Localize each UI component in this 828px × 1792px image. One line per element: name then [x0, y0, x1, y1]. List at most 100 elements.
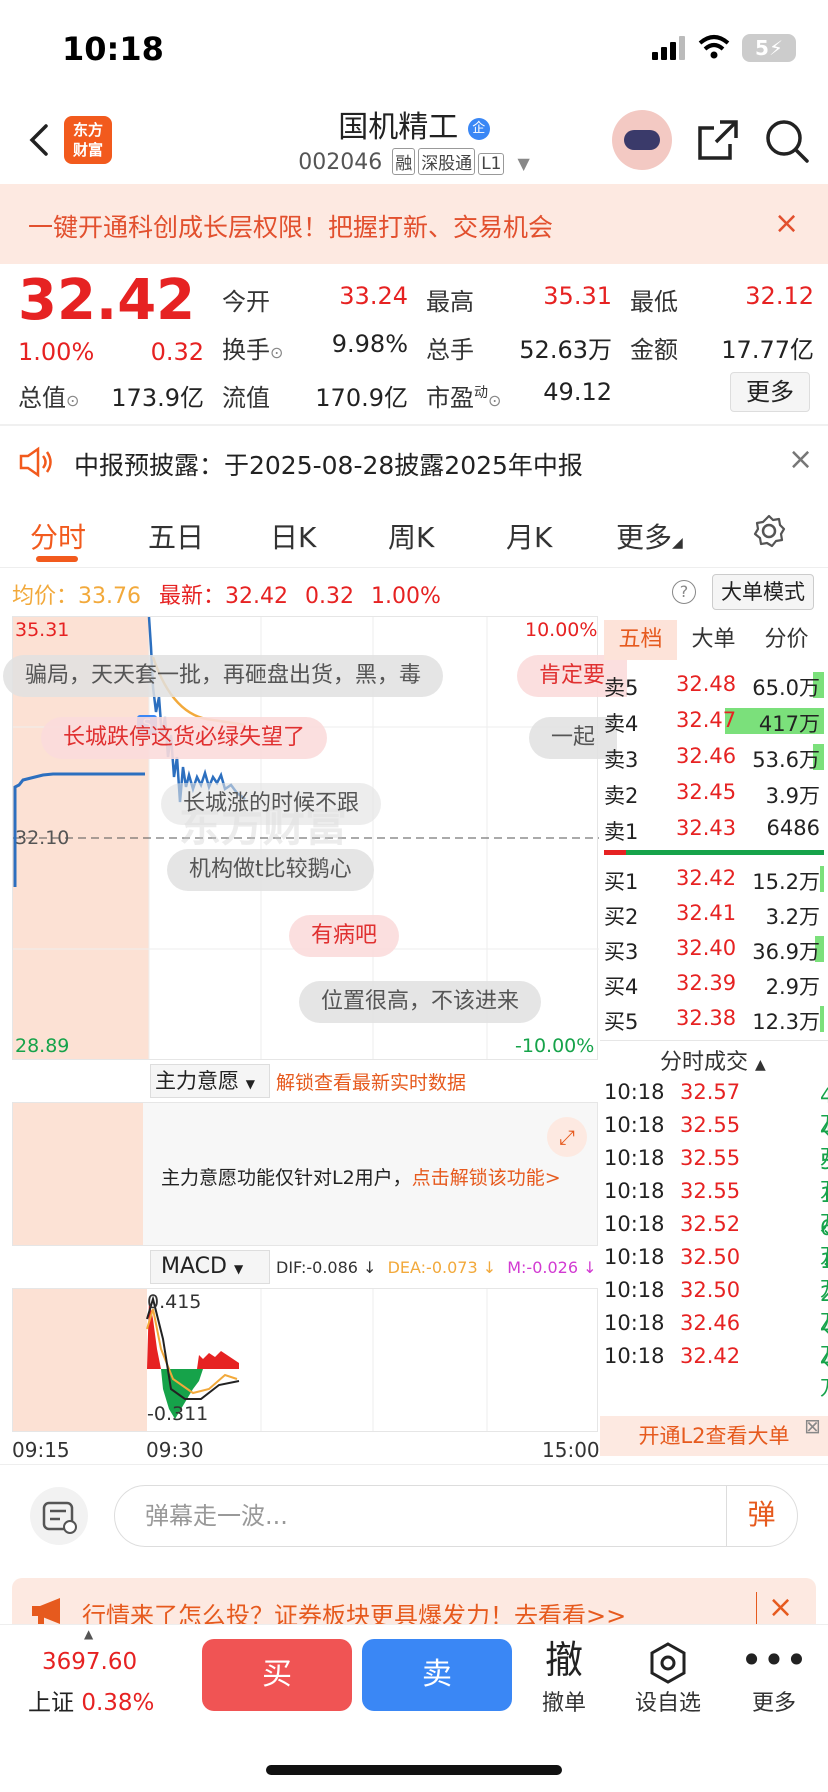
watchlist-icon: [628, 1635, 708, 1685]
macd-select[interactable]: MACD ▼: [150, 1250, 270, 1284]
close-icon[interactable]: ⊠: [804, 1414, 821, 1438]
bid-price: 32.42: [676, 866, 737, 890]
sell-button[interactable]: 卖: [362, 1639, 512, 1711]
danmaku-bubble: 有病吧: [289, 915, 400, 957]
close-icon[interactable]: ×: [774, 206, 799, 241]
tab-intraday[interactable]: 分时: [30, 516, 86, 556]
ask-row[interactable]: 卖1 32.43 6486: [604, 812, 824, 848]
danmaku-settings-icon[interactable]: [30, 1487, 88, 1545]
time-axis-open: 09:30: [146, 1438, 204, 1462]
dropdown-icon[interactable]: ▼: [517, 154, 529, 173]
intraday-chart[interactable]: S 35.31 32.10 28.89 10.00% -10.00% 东方财富 …: [3, 616, 628, 1060]
high-label: 最高: [426, 288, 474, 316]
more-menu-button[interactable]: ••• 更多: [734, 1635, 814, 1717]
pe-label[interactable]: 市盈动⊙: [426, 378, 501, 413]
info-icon[interactable]: ⊙: [488, 391, 501, 410]
robot-assistant-icon[interactable]: [612, 110, 672, 170]
tab-five-levels[interactable]: 五档: [604, 620, 677, 660]
ask-label: 卖1: [604, 820, 639, 844]
tick-row: 10:1832.42↓45.4万: [604, 1344, 828, 1400]
search-icon[interactable]: [764, 118, 810, 164]
ask-row[interactable]: 卖3 32.46 53.6万: [604, 740, 824, 776]
status-bar: 10:18 5⚡: [0, 0, 828, 96]
open-value: 33.24: [339, 282, 408, 310]
buy-button[interactable]: 买: [202, 1639, 352, 1711]
more-button[interactable]: 更多: [730, 372, 810, 412]
help-icon[interactable]: ?: [672, 580, 696, 604]
float-label: 流值: [222, 384, 270, 412]
macd-axis-bottom: -0.311: [147, 1403, 209, 1425]
amount-value: 17.77亿: [721, 336, 814, 364]
ask-row[interactable]: 卖4 32.47 417万: [604, 704, 824, 740]
dea-value: DEA:-0.073 ↓: [387, 1258, 497, 1277]
ask-row[interactable]: 卖2 32.45 3.9万: [604, 776, 824, 812]
ask-volume: 3.9万: [765, 784, 820, 808]
big-order-mode-button[interactable]: 大单模式: [712, 574, 814, 610]
latest-value: 32.42: [225, 584, 288, 609]
bid-volume-bar: [820, 866, 824, 892]
mktcap-label[interactable]: 总值⊙: [18, 378, 79, 413]
tab-weekly-k[interactable]: 周K: [388, 516, 434, 556]
ask-label: 卖5: [604, 676, 639, 700]
bid-label: 买3: [604, 940, 639, 964]
close-icon[interactable]: ×: [768, 1590, 793, 1625]
y-axis-high: 35.31: [15, 619, 70, 641]
info-icon[interactable]: ⊙: [270, 343, 283, 362]
promo-banner-text[interactable]: 一键开通科创成长层权限！把握打新、交易机会: [28, 208, 553, 244]
index-value[interactable]: 3697.60: [42, 1649, 137, 1675]
danmaku-bubble: 长城跌停这货必绿失望了: [41, 717, 328, 759]
turnover-label[interactable]: 换手⊙: [222, 330, 283, 365]
danmaku-input[interactable]: 弹幕走一波...: [114, 1485, 798, 1547]
tag-margin: 融: [392, 148, 416, 175]
tab-five-day[interactable]: 五日: [148, 516, 204, 556]
add-watchlist-button[interactable]: 设自选: [628, 1635, 708, 1717]
promo-banner[interactable]: 一键开通科创成长层权限！把握打新、交易机会 ×: [0, 184, 828, 264]
tick-time: 10:18: [604, 1311, 665, 1335]
tab-more[interactable]: 更多◢: [616, 516, 683, 556]
tab-underline: [36, 556, 78, 562]
ask-row[interactable]: 卖5 32.48 65.0万: [604, 668, 824, 704]
index-name-row[interactable]: 上证 0.38%: [28, 1683, 154, 1717]
tick-time: 10:18: [604, 1212, 665, 1236]
tag-level: L1: [478, 153, 505, 175]
info-icon[interactable]: ⊙: [66, 391, 79, 410]
avg-value: 33.76: [78, 584, 141, 609]
bid-label: 买5: [604, 1010, 639, 1034]
ticks-title[interactable]: 分时成交 ▲: [660, 1044, 766, 1076]
bid-row[interactable]: 买3 32.40 36.9万: [604, 932, 824, 968]
danmaku-bubble: 机构做t比较鹅心: [167, 849, 374, 891]
tab-price-dist[interactable]: 分价: [750, 620, 823, 660]
divider: [0, 424, 828, 426]
bid-label: 买1: [604, 870, 639, 894]
l2-notice[interactable]: 主力意愿功能仅针对L2用户，点击解锁该功能>: [161, 1163, 561, 1190]
danmaku-send-button[interactable]: 弹: [726, 1485, 796, 1547]
bid-row[interactable]: 买5 32.38 12.3万: [604, 1002, 824, 1038]
macd-axis-top: 0.415: [147, 1291, 202, 1313]
announcement-bar[interactable]: 中报预披露：于2025-08-28披露2025年中报 ×: [0, 428, 828, 496]
wifi-icon: [698, 35, 730, 59]
indicator-select[interactable]: 主力意愿 ▼: [150, 1064, 270, 1098]
bid-volume: 15.2万: [752, 870, 820, 894]
cancel-order-button[interactable]: 撤 撤单: [524, 1635, 604, 1717]
bid-row[interactable]: 买1 32.42 15.2万: [604, 862, 824, 898]
close-icon[interactable]: ×: [788, 442, 813, 477]
share-icon[interactable]: [696, 118, 740, 162]
bid-row[interactable]: 买2 32.41 3.2万: [604, 897, 824, 933]
m-value: M:-0.026 ↓: [507, 1258, 597, 1277]
float-value: 170.9亿: [315, 384, 408, 412]
announcement-text[interactable]: 中报预披露：于2025-08-28披露2025年中报: [74, 446, 583, 482]
gear-icon[interactable]: [752, 514, 786, 548]
tab-big-orders[interactable]: 大单: [677, 620, 750, 660]
tab-monthly-k[interactable]: 月K: [506, 516, 552, 556]
tick-price: 32.52: [680, 1212, 741, 1236]
unlock-link[interactable]: 解锁查看最新实时数据: [276, 1068, 466, 1095]
open-l2-button[interactable]: 开通L2查看大单: [600, 1416, 828, 1456]
bid-row[interactable]: 买4 32.39 2.9万: [604, 967, 824, 1003]
tick-row: 10:1832.46↓48.0万: [604, 1311, 828, 1367]
bid-volume: 2.9万: [765, 975, 820, 999]
tab-daily-k[interactable]: 日K: [270, 516, 316, 556]
cancel-icon: 撤: [544, 1638, 583, 1682]
expand-icon[interactable]: ⤢: [547, 1117, 587, 1157]
dif-value: DIF:-0.086 ↓: [276, 1258, 377, 1277]
more-dots-icon: •••: [740, 1638, 808, 1682]
